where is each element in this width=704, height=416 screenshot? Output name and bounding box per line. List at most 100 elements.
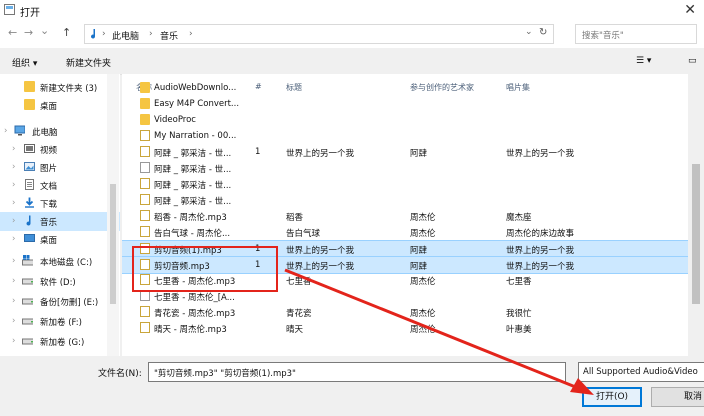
file-title: 世界上的另一个我 (286, 149, 355, 159)
sidebar-item-desktop-pc[interactable]: › 桌面 (0, 230, 120, 249)
file-artist: 阿肆 (410, 246, 428, 256)
sidebar-scrollbar[interactable] (107, 74, 119, 356)
file-row[interactable]: Easy M4P Convert... (122, 96, 688, 112)
sidebar-item-new-folder-3[interactable]: 新建文件夹 (3) (0, 78, 120, 97)
filename-value: "剪切音频.mp3" "剪切音频(1).mp3" (154, 369, 296, 379)
sidebar-item-videos[interactable]: › 视频 (0, 140, 120, 159)
file-title: 晴天 (286, 325, 304, 335)
file-artist: 周杰伦 (410, 229, 436, 239)
file-album: 周杰伦的床边故事 (506, 229, 575, 239)
file-row[interactable]: 阿肆 _ 郭采洁 - 世... (122, 176, 688, 192)
address-dropdown-icon[interactable]: ⌄ (525, 27, 533, 37)
file-name: AudioWebDownlo... (154, 83, 237, 93)
sidebar-item-drive-g[interactable]: › 新加卷 (G:) (0, 332, 120, 351)
file-row[interactable]: My Narration - 00... (122, 128, 688, 144)
desktop-icon (24, 234, 35, 242)
sidebar-item-pictures[interactable]: › 图片 (0, 158, 120, 177)
sidebar-item-drive-d[interactable]: › 软件 (D:) (0, 272, 120, 291)
file-name: 阿肆 _ 郭采洁 - 世... (154, 149, 232, 159)
audio-file-icon (140, 194, 150, 205)
forward-button[interactable]: → (24, 26, 33, 39)
audio-file-icon (140, 130, 150, 141)
file-album: 世界上的另一个我 (506, 262, 575, 272)
drive-icon (22, 338, 33, 345)
address-bar[interactable]: › 此电脑 › 音乐 › ⌄ ↻ (84, 24, 554, 44)
sidebar-item-drive-e[interactable]: › 备份[勿删] (E:) (0, 292, 120, 311)
sidebar-item-downloads[interactable]: › 下载 (0, 194, 120, 213)
file-title: 世界上的另一个我 (286, 262, 355, 272)
audio-file-icon (140, 306, 150, 317)
file-name: 阿肆 _ 郭采洁 - 世... (154, 165, 232, 175)
preview-pane-icon[interactable]: ▭ (688, 56, 697, 66)
file-artist: 阿肆 (410, 262, 428, 272)
sidebar-item-drive-f[interactable]: › 新加卷 (F:) (0, 312, 120, 331)
file-artist: 阿肆 (410, 149, 428, 159)
dialog-footer: 文件名(N): "剪切音频.mp3" "剪切音频(1).mp3" All Sup… (0, 356, 704, 416)
title-bar: 打开 ✕ (0, 0, 704, 20)
file-album: 我很忙 (506, 309, 532, 319)
file-type-filter-select[interactable]: All Supported Audio&Video (578, 362, 704, 382)
search-input[interactable]: 搜索"音乐" (582, 29, 624, 41)
filename-input[interactable]: "剪切音频.mp3" "剪切音频(1).mp3" (148, 362, 566, 382)
selection-highlight-box (132, 246, 278, 292)
file-name: 告白气球 - 周杰伦... (154, 229, 231, 239)
open-button[interactable]: 打开(O) (582, 387, 642, 407)
refresh-button[interactable]: ↻ (539, 27, 547, 38)
navigation-bar: ← → ⌄ ↑ › 此电脑 › 音乐 › ⌄ ↻ 搜索"音乐" (0, 20, 704, 48)
file-row[interactable]: 青花瓷 - 周杰伦.mp3 青花瓷 周杰伦 我很忙 (122, 304, 688, 320)
toolbar: 组织 ▾ 新建文件夹 ☰ ▾ ▭ (0, 48, 704, 75)
cancel-button[interactable]: 取消 (651, 387, 704, 407)
file-list-scroll-thumb[interactable] (692, 164, 700, 304)
file-album: 叶惠美 (506, 325, 532, 335)
file-row[interactable]: VideoProc (122, 112, 688, 128)
recent-locations-dropdown[interactable]: ⌄ (40, 24, 49, 37)
breadcrumb-this-pc[interactable]: 此电脑 (112, 29, 139, 42)
folder-icon (24, 81, 35, 92)
search-box[interactable]: 搜索"音乐" (575, 24, 697, 44)
file-row[interactable]: 阿肆 _ 郭采洁 - 世... (122, 160, 688, 176)
file-name: 晴天 - 周杰伦.mp3 (154, 325, 227, 335)
file-title: 世界上的另一个我 (286, 246, 355, 256)
file-row[interactable]: 阿肆 _ 郭采洁 - 世... 1 世界上的另一个我 阿肆 世界上的另一个我 (122, 144, 688, 160)
file-album: 世界上的另一个我 (506, 246, 575, 256)
new-folder-button[interactable]: 新建文件夹 (66, 56, 111, 69)
close-icon[interactable]: ✕ (684, 2, 696, 18)
computer-icon (14, 125, 25, 136)
sidebar-item-desktop[interactable]: 桌面 (0, 96, 120, 115)
file-list-scrollbar[interactable] (688, 74, 704, 356)
file-row[interactable]: 稻香 - 周杰伦.mp3 稻香 周杰伦 魔杰座 (122, 208, 688, 224)
windows-drive-icon (22, 255, 33, 266)
drive-icon (22, 298, 33, 305)
folder-icon (24, 99, 35, 110)
app-icon (4, 4, 15, 15)
audio-file-icon (140, 146, 150, 157)
sidebar-item-drive-c[interactable]: › 本地磁盘 (C:) (0, 252, 120, 271)
organize-button[interactable]: 组织 ▾ (12, 56, 37, 69)
file-album: 魔杰座 (506, 213, 532, 223)
file-name: 阿肆 _ 郭采洁 - 世... (154, 181, 232, 191)
sidebar-scroll-thumb[interactable] (110, 184, 116, 304)
sidebar-item-documents[interactable]: › 文档 (0, 176, 120, 195)
sidebar-item-this-pc[interactable]: › 此电脑 (0, 122, 120, 141)
download-icon (25, 197, 34, 208)
file-title: 告白气球 (286, 229, 321, 239)
file-row[interactable]: 阿肆 _ 郭采洁 - 世... (122, 192, 688, 208)
file-row[interactable]: AudioWebDownlo... (122, 80, 688, 96)
file-name: VideoProc (154, 115, 196, 125)
audio-file-icon (140, 322, 150, 333)
file-name: My Narration - 00... (154, 131, 237, 141)
back-button[interactable]: ← (8, 26, 17, 39)
up-button[interactable]: ↑ (62, 26, 71, 39)
pictures-icon (24, 162, 35, 171)
file-row[interactable]: 告白气球 - 周杰伦... 告白气球 周杰伦 周杰伦的床边故事 (122, 224, 688, 240)
file-row[interactable]: 晴天 - 周杰伦.mp3 晴天 周杰伦 叶惠美 (122, 320, 688, 336)
file-name: 稻香 - 周杰伦.mp3 (154, 213, 227, 223)
sidebar-item-music[interactable]: › 音乐 (0, 212, 120, 231)
file-name: 青花瓷 - 周杰伦.mp3 (154, 309, 236, 319)
view-menu-icon[interactable]: ☰ ▾ (636, 56, 651, 66)
file-list: 名称 # 标题 参与创作的艺术家 唱片集 AudioWebDownlo...Ea… (122, 74, 688, 356)
music-icon (91, 29, 96, 39)
drive-icon (22, 278, 33, 285)
audio-file-icon (140, 226, 150, 237)
breadcrumb-music[interactable]: 音乐 (160, 29, 178, 42)
